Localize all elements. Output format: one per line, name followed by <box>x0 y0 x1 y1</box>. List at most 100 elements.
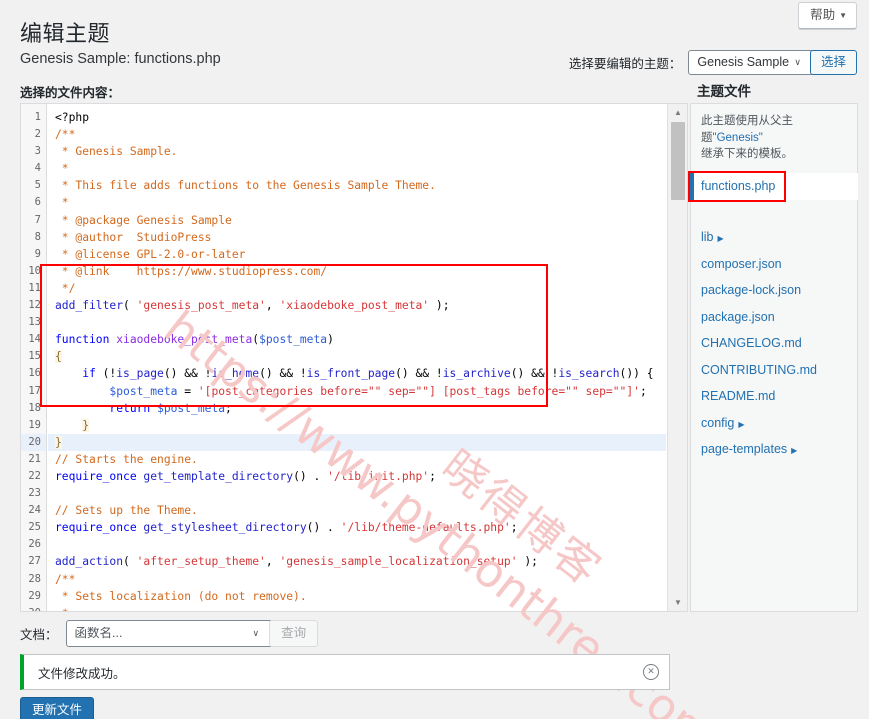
code-line[interactable] <box>48 485 666 502</box>
code-token: * @author StudioPress <box>55 230 212 244</box>
line-number: 8 <box>34 230 41 243</box>
code-line[interactable]: /** <box>48 571 666 588</box>
line-number: 23 <box>28 487 41 500</box>
code-line[interactable]: * @license GPL-2.0-or-later <box>48 246 666 263</box>
code-line[interactable]: function xiaodeboke_post_meta($post_meta… <box>48 331 666 348</box>
code-line[interactable]: * @link https://www.studiopress.com/ <box>48 263 666 280</box>
code-line[interactable]: * This file adds functions to the Genesi… <box>48 177 666 194</box>
code-line[interactable]: */ <box>48 280 666 297</box>
line-number: 1 <box>34 111 41 123</box>
lookup-button[interactable]: 查询 <box>269 620 319 647</box>
code-line[interactable]: if (!is_page() && !is_home() && !is_fron… <box>48 365 666 382</box>
sidebar-item-label: page-templates <box>701 442 788 457</box>
code-line[interactable]: add_filter( 'genesis_post_meta', 'xiaode… <box>48 297 666 314</box>
code-line[interactable]: * <box>48 160 666 177</box>
chevron-right-icon[interactable]: ▶ <box>718 234 724 243</box>
code-token: (! <box>95 367 117 381</box>
line-number: 13 <box>28 316 41 329</box>
line-number: 3 <box>34 145 41 158</box>
code-line[interactable]: require_once get_stylesheet_directory() … <box>48 519 666 536</box>
code-token: is_home <box>211 367 260 381</box>
sidebar-item-readme-md[interactable]: README.md <box>691 383 857 410</box>
theme-select-dropdown[interactable]: Genesis Sample <box>688 50 815 75</box>
chevron-right-icon[interactable]: ▶ <box>791 446 797 455</box>
parent-theme-note-suffix: 继承下来的模板。 <box>701 148 793 161</box>
line-number: 26 <box>28 538 41 551</box>
code-token: { <box>55 350 62 364</box>
sidebar-item-lib[interactable]: lib ▶ <box>691 224 857 251</box>
scroll-down-icon[interactable]: ▼ <box>668 594 687 611</box>
code-line[interactable] <box>48 536 666 553</box>
code-line[interactable]: * @package Genesis Sample <box>48 212 666 229</box>
sidebar-item-label: CONTRIBUTING.md <box>701 362 817 377</box>
code-token: ; <box>639 384 647 398</box>
code-token: * @link https://www.studiopress.com/ <box>55 264 328 278</box>
code-line[interactable]: require_once get_template_directory() . … <box>48 468 666 485</box>
line-number: 9 <box>34 247 41 260</box>
line-number: 30 <box>21 605 46 611</box>
help-button[interactable]: 帮助 ▼ <box>798 2 857 29</box>
code-line[interactable]: { <box>48 348 666 365</box>
select-theme-button[interactable]: 选择 <box>809 50 857 75</box>
code-token: <?php <box>55 111 90 124</box>
parent-theme-note: 此主题使用从父主题"Genesis" 继承下来的模板。 <box>691 104 857 165</box>
line-number: 29 <box>28 589 41 602</box>
code-line[interactable]: return $post_meta; <box>48 400 666 417</box>
code-line[interactable]: /** <box>48 126 666 143</box>
sidebar-item-package-json[interactable]: package.json <box>691 304 857 331</box>
theme-files-heading: 主题文件 <box>697 84 751 99</box>
code-line[interactable]: * Sets localization (do not remove). <box>48 588 666 605</box>
scrollbar-thumb[interactable] <box>671 122 685 200</box>
code-line[interactable]: $post_meta = '[post_categories before=""… <box>48 383 666 400</box>
line-number: 16 <box>28 367 41 380</box>
sidebar-item-label: CHANGELOG.md <box>701 336 802 351</box>
code-editor[interactable]: 1 2 3 4 5 6 7 8 9 10 11 12 13 14 15 16 17 18 19 20 21 22 23 24 2… <box>20 103 688 612</box>
code-token: xiaodeboke_post_meta <box>116 333 253 347</box>
close-icon[interactable]: ✕ <box>643 664 659 680</box>
code-line[interactable]: * <box>48 194 666 211</box>
sidebar-item-page-templates[interactable]: page-templates ▶ <box>691 436 857 463</box>
code-line[interactable]: // Starts the engine. <box>48 451 666 468</box>
code-token: ()) { <box>619 367 654 381</box>
editor-scrollbar[interactable]: ▲ ▼ <box>667 104 687 611</box>
chevron-down-icon: ▼ <box>839 11 847 20</box>
sidebar-item-changelog-md[interactable]: CHANGELOG.md <box>691 330 857 357</box>
code-line[interactable]: // Sets up the Theme. <box>48 502 666 519</box>
documentation-lookup-row: 文档： 函数名... ∨ 查询 <box>20 620 319 647</box>
code-line[interactable]: * <box>48 605 666 611</box>
sidebar-item-functions-php[interactable]: functions.php <box>690 173 858 200</box>
sidebar-item-label: composer.json <box>701 256 782 271</box>
code-token: , <box>265 299 280 313</box>
sidebar-item-composer-json[interactable]: composer.json <box>691 251 857 278</box>
code-line[interactable]: } <box>48 417 666 434</box>
code-line[interactable]: } <box>48 433 666 451</box>
line-number: 4 <box>34 162 41 175</box>
update-file-button[interactable]: 更新文件 <box>20 697 95 719</box>
code-line[interactable]: * Genesis Sample. <box>48 143 666 160</box>
code-token: * <box>55 607 69 611</box>
code-content-area[interactable]: <?php /** * Genesis Sample. * * This file… <box>48 104 666 611</box>
code-token: is_front_page <box>306 367 396 381</box>
line-number: 21 <box>28 452 41 465</box>
chevron-right-icon[interactable]: ▶ <box>738 420 744 429</box>
code-token: 'genesis_sample_localization_setup' <box>279 555 518 569</box>
line-number: 11 <box>28 281 41 294</box>
code-token: () && ! <box>163 367 212 381</box>
scroll-up-icon[interactable]: ▲ <box>668 104 687 121</box>
code-line[interactable]: * @author StudioPress <box>48 229 666 246</box>
code-line[interactable]: <?php <box>48 109 666 126</box>
code-token: * Sets localization (do not remove). <box>55 589 307 603</box>
function-name-input[interactable]: 函数名... <box>65 620 273 647</box>
code-token: /** <box>55 128 76 142</box>
file-content-label: 选择的文件内容： <box>20 86 121 100</box>
code-line[interactable] <box>48 314 666 331</box>
sidebar-item-label: package.json <box>701 309 775 324</box>
code-token: * Genesis Sample. <box>55 145 178 159</box>
code-line[interactable]: add_action( 'after_setup_theme', 'genesi… <box>48 553 666 570</box>
sidebar-item-contributing-md[interactable]: CONTRIBUTING.md <box>691 357 857 384</box>
sidebar-item-config[interactable]: config ▶ <box>691 410 857 437</box>
sidebar-item-package-lock-json[interactable]: package-lock.json <box>691 277 857 304</box>
code-token: require_once <box>55 521 144 535</box>
code-token: // Starts the engine. <box>55 452 198 466</box>
